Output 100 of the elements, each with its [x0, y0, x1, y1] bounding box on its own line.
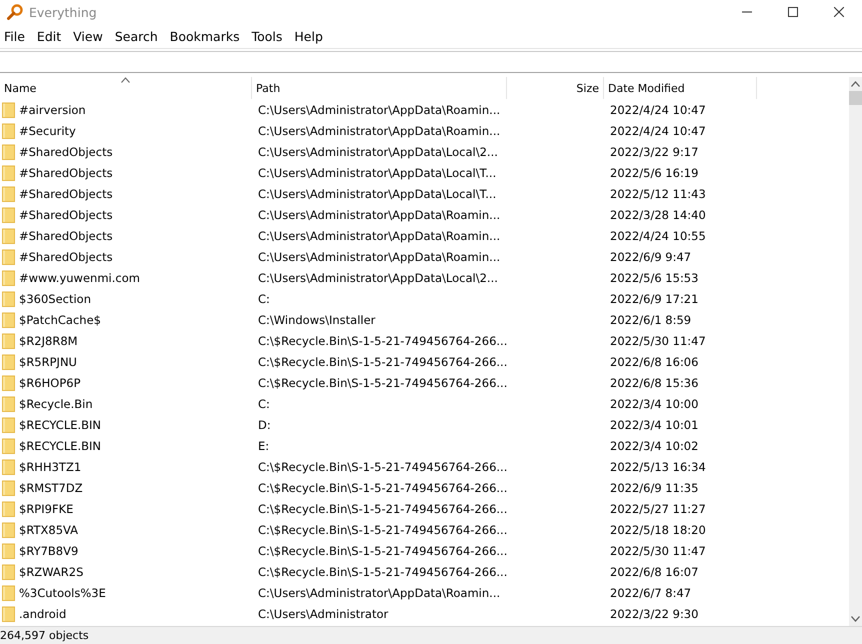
- name-cell[interactable]: $PatchCache$: [0, 312, 252, 328]
- scrollbar-thumb[interactable]: [849, 91, 862, 105]
- scroll-down-icon[interactable]: [851, 616, 860, 622]
- name-cell[interactable]: #SharedObjects: [0, 144, 252, 160]
- name-cell[interactable]: #SharedObjects: [0, 228, 252, 244]
- column-header[interactable]: Date Modified: [604, 77, 757, 99]
- name-cell[interactable]: #SharedObjects: [0, 164, 252, 180]
- file-name: %3Cutools%3E: [19, 586, 106, 600]
- path-cell-text: C:\$Recycle.Bin\S-1-5-21-749456764-266...: [257, 334, 507, 348]
- name-cell[interactable]: #SharedObjects: [0, 186, 252, 202]
- folder-icon: [2, 584, 15, 600]
- name-cell[interactable]: $Recycle.Bin: [0, 396, 252, 412]
- name-cell[interactable]: $RPI9FKE: [0, 500, 252, 516]
- folder-icon: [2, 206, 15, 222]
- menu-item[interactable]: Search: [110, 28, 164, 44]
- name-cell[interactable]: $RY7B8V9: [0, 542, 252, 558]
- name-cell[interactable]: $R6HOP6P: [0, 374, 252, 390]
- date-cell-text: 2022/3/22 9:30: [609, 606, 700, 620]
- file-name: $RY7B8V9: [19, 544, 78, 558]
- file-name: $R2J8R8M: [19, 334, 78, 348]
- name-cell[interactable]: %3Cutools%3E: [0, 584, 252, 600]
- date-cell-text: 2022/4/24 10:47: [609, 102, 707, 116]
- folder-icon: [2, 164, 15, 180]
- file-name: $RZWAR2S: [19, 564, 84, 578]
- name-cell[interactable]: .android: [0, 606, 252, 622]
- folder-icon: [2, 396, 15, 412]
- name-cell[interactable]: $R5RPJNU: [0, 354, 252, 370]
- date-cell-text: 2022/5/18 18:20: [609, 522, 707, 536]
- search-field[interactable]: [0, 51, 862, 73]
- scrollbar[interactable]: [849, 77, 862, 626]
- menu-item[interactable]: View: [69, 28, 109, 44]
- name-cell[interactable]: $RHH3TZ1: [0, 458, 252, 474]
- name-cell[interactable]: $RECYCLE.BIN: [0, 438, 252, 454]
- name-cell[interactable]: #SharedObjects: [0, 206, 252, 222]
- date-cell-text: 2022/6/8 15:36: [609, 376, 700, 390]
- menu-item[interactable]: Tools: [248, 28, 288, 44]
- name-cell[interactable]: #www.yuwenmi.com: [0, 270, 252, 286]
- folder-icon: [2, 354, 15, 370]
- column-header[interactable]: Size: [507, 77, 604, 99]
- path-cell-text: C:\Users\Administrator\AppData\Local\2...: [257, 144, 499, 158]
- file-name: #SharedObjects: [19, 186, 113, 200]
- column-header[interactable]: Name: [0, 77, 252, 99]
- name-cell[interactable]: #airversion: [0, 102, 252, 118]
- file-name: .android: [19, 606, 66, 620]
- object-count: 264,597 objects: [0, 629, 89, 642]
- window-title: Everything: [29, 4, 98, 20]
- file-name: #SharedObjects: [19, 166, 113, 180]
- name-cell[interactable]: #Security: [0, 122, 252, 138]
- date-cell-text: 2022/3/22 9:17: [609, 144, 700, 158]
- maximize-icon[interactable]: [788, 7, 798, 17]
- path-cell-text: C:\$Recycle.Bin\S-1-5-21-749456764-266...: [257, 522, 507, 536]
- name-cell[interactable]: $RTX85VA: [0, 522, 252, 538]
- file-name: $RECYCLE.BIN: [19, 438, 102, 452]
- name-cell[interactable]: $RZWAR2S: [0, 564, 252, 580]
- name-cell[interactable]: $360Section: [0, 290, 252, 306]
- path-cell-text: C:\Users\Administrator: [257, 606, 390, 620]
- column-header[interactable]: Path: [252, 77, 507, 99]
- date-cell-text: 2022/5/6 16:19: [609, 166, 700, 180]
- file-name: $RTX85VA: [19, 522, 78, 536]
- menu-item[interactable]: File: [0, 28, 31, 44]
- path-cell-text: C:\Users\Administrator\AppData\Local\T...: [257, 166, 498, 180]
- file-name: #airversion: [19, 102, 86, 116]
- date-cell-text: 2022/5/30 11:47: [609, 544, 707, 558]
- date-cell-text: 2022/6/8 16:06: [609, 354, 700, 368]
- name-cell[interactable]: $R2J8R8M: [0, 332, 252, 348]
- menu-item[interactable]: Bookmarks: [166, 28, 246, 44]
- file-name: $R6HOP6P: [19, 376, 81, 390]
- path-cell-text: C:\$Recycle.Bin\S-1-5-21-749456764-266...: [257, 480, 507, 494]
- folder-icon: [2, 500, 15, 516]
- scroll-up-icon[interactable]: [851, 81, 860, 87]
- menu-item[interactable]: Edit: [32, 28, 68, 44]
- file-name: #www.yuwenmi.com: [19, 270, 140, 284]
- menu-item[interactable]: Help: [290, 28, 329, 44]
- file-name: $RHH3TZ1: [19, 460, 82, 474]
- date-cell-text: 2022/6/9 11:35: [609, 480, 700, 494]
- path-cell-text: C:\$Recycle.Bin\S-1-5-21-749456764-266...: [257, 544, 507, 558]
- date-cell-text: 2022/3/4 10:01: [609, 418, 700, 432]
- date-cell-text: 2022/3/4 10:00: [609, 396, 700, 410]
- date-cell-text: 2022/3/4 10:02: [609, 438, 700, 452]
- date-cell-text: 2022/6/1 8:59: [609, 312, 692, 326]
- magnifier-icon: [7, 4, 23, 20]
- folder-icon: [2, 542, 15, 558]
- sort-ascending-icon: [120, 77, 130, 83]
- path-cell-text: C:\$Recycle.Bin\S-1-5-21-749456764-266...: [257, 460, 507, 474]
- date-cell-text: 2022/5/12 11:43: [609, 186, 707, 200]
- path-cell-text: C:: [257, 292, 271, 306]
- date-cell-text: 2022/5/6 15:53: [609, 270, 700, 284]
- file-name: $RPI9FKE: [19, 502, 74, 516]
- path-cell-text: C:\Users\Administrator\AppData\Roamin...: [257, 586, 502, 600]
- folder-icon: [2, 144, 15, 160]
- folder-icon: [2, 122, 15, 138]
- name-cell[interactable]: $RECYCLE.BIN: [0, 416, 252, 432]
- path-cell-text: C:\Users\Administrator\AppData\Roamin...: [257, 208, 502, 222]
- name-cell[interactable]: $RMST7DZ: [0, 480, 252, 496]
- name-cell[interactable]: #SharedObjects: [0, 248, 252, 264]
- file-name: $PatchCache$: [19, 312, 101, 326]
- folder-icon: [2, 270, 15, 286]
- date-cell-text: 2022/5/13 16:34: [609, 460, 707, 474]
- date-cell-text: 2022/6/8 16:07: [609, 564, 700, 578]
- close-icon[interactable]: [834, 7, 844, 17]
